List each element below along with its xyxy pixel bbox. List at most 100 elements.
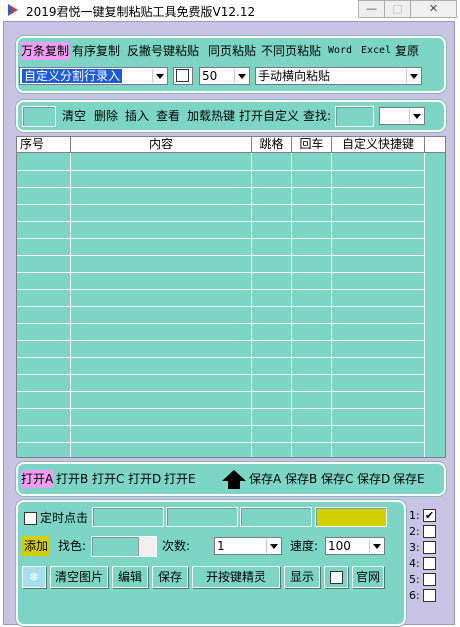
timer-click-checkbox[interactable] [24, 512, 37, 525]
chevron-down-icon[interactable] [406, 69, 420, 83]
open-c-button[interactable]: 打开C [92, 470, 124, 488]
speed-select[interactable]: 100 [325, 537, 385, 555]
minimize-button[interactable]: — [358, 0, 385, 18]
row-divider [17, 391, 425, 392]
clear-images-button[interactable]: 清空图片 [50, 566, 108, 588]
app-logo-icon [8, 4, 18, 16]
mode-ordered-copy[interactable]: 有序复制 [72, 42, 120, 60]
open-b-button[interactable]: 打开B [56, 470, 88, 488]
search-label: 查找: [303, 109, 332, 123]
mode-word[interactable]: Word [328, 42, 352, 60]
mode-cross-page-paste[interactable]: 不同页粘贴 [261, 42, 321, 60]
row-divider [17, 238, 425, 239]
save-c-button[interactable]: 保存C [321, 470, 353, 488]
open-a-button[interactable]: 打开A [21, 470, 54, 488]
find-color-label: 找色: [58, 539, 87, 553]
paste-mode-value: 手动横向粘贴 [258, 69, 331, 83]
open-custom-button[interactable]: 打开自定义 [239, 107, 299, 125]
mode-backtick-paste[interactable]: 反撇号键粘贴 [127, 42, 199, 60]
maximize-button[interactable]: □ [384, 0, 411, 18]
column-divider [331, 153, 332, 457]
slot-4-checkbox[interactable] [423, 557, 436, 570]
timer-field-2[interactable] [166, 507, 238, 527]
row-divider [17, 221, 425, 222]
slot-1-label: 1: [409, 509, 420, 522]
slot-1-checkbox[interactable]: ✔ [423, 509, 436, 522]
timer-field-3[interactable] [240, 507, 312, 527]
chevron-down-icon[interactable] [234, 69, 248, 83]
snowflake-icon[interactable]: ❄ [22, 566, 46, 588]
main-window: 万条复制 有序复制 反撇号键粘贴 同页粘贴 不同页粘贴 Word Excel 复… [3, 21, 455, 626]
load-hotkey-button[interactable]: 加载热键 [187, 107, 235, 125]
search-scope-select[interactable] [379, 107, 425, 125]
option-checkbox-frame[interactable] [173, 67, 193, 85]
chevron-down-icon[interactable] [152, 69, 166, 83]
column-divider [251, 153, 252, 457]
row-divider [17, 255, 425, 256]
show-checkbox[interactable] [330, 571, 343, 584]
mode-mass-copy[interactable]: 万条复制 [21, 42, 70, 60]
column-divider [424, 153, 425, 457]
mode-same-page-paste[interactable]: 同页粘贴 [208, 42, 256, 60]
save-d-button[interactable]: 保存D [357, 470, 390, 488]
count-value: 50 [202, 69, 218, 83]
row-divider [17, 170, 425, 171]
row-divider [17, 289, 425, 290]
slot-3-checkbox[interactable] [423, 541, 436, 554]
color-picker-button[interactable] [138, 537, 156, 556]
slot-4-label: 4: [409, 557, 420, 570]
row-divider [17, 187, 425, 188]
insert-button[interactable]: 插入 [125, 107, 149, 125]
chevron-down-icon[interactable] [266, 539, 280, 553]
find-color-field[interactable] [91, 536, 157, 557]
slot-3-label: 3: [409, 541, 420, 554]
slot-2-checkbox[interactable] [423, 525, 436, 538]
times-label: 次数: [162, 539, 191, 553]
open-d-button[interactable]: 打开D [128, 470, 161, 488]
mode-restore[interactable]: 复原 [395, 42, 419, 60]
preview-box [22, 106, 56, 127]
arrow-up-icon-stem[interactable] [228, 480, 240, 489]
column-header-enter[interactable]: 回车 [292, 137, 332, 153]
option-checkbox[interactable] [176, 69, 189, 82]
slot-5-checkbox[interactable] [423, 573, 436, 586]
save-b-button[interactable]: 保存B [285, 470, 317, 488]
open-key-sprite-button[interactable]: 开按键精灵 [192, 566, 280, 588]
add-button[interactable]: 添加 [22, 536, 51, 556]
times-select[interactable]: 1 [214, 537, 282, 555]
times-value: 1 [217, 539, 225, 553]
view-button[interactable]: 查看 [156, 107, 180, 125]
search-input[interactable] [335, 106, 374, 127]
close-button[interactable]: ✕ [410, 0, 457, 18]
clear-button[interactable]: 清空 [62, 107, 86, 125]
slot-6-checkbox[interactable] [423, 589, 436, 602]
color-swatch[interactable] [315, 507, 387, 527]
open-e-button[interactable]: 打开E [164, 470, 196, 488]
row-divider [17, 442, 425, 443]
chevron-down-icon[interactable] [369, 539, 383, 553]
row-divider [17, 272, 425, 273]
save-e-button[interactable]: 保存E [393, 470, 425, 488]
website-button[interactable]: 官网 [352, 566, 384, 588]
column-header-tab[interactable]: 跳格 [252, 137, 292, 153]
column-header-index[interactable]: 序号 [17, 137, 71, 153]
paste-mode-select[interactable]: 手动横向粘贴 [255, 67, 422, 85]
timer-field-1[interactable] [92, 507, 164, 527]
count-select[interactable]: 50 [199, 67, 250, 85]
content-table[interactable]: 序号 内容 跳格 回车 自定义快捷键 [16, 136, 446, 458]
column-header-content[interactable]: 内容 [71, 137, 252, 153]
mode-panel: 万条复制 有序复制 反撇号键粘贴 同页粘贴 不同页粘贴 Word Excel 复… [16, 36, 446, 93]
show-checkbox-frame[interactable] [324, 566, 348, 588]
save-button[interactable]: 保存 [152, 566, 188, 588]
column-divider [291, 153, 292, 457]
split-mode-select[interactable]: 自定义分割行录入 [19, 67, 168, 85]
save-a-button[interactable]: 保存A [249, 470, 281, 488]
chevron-down-icon[interactable] [409, 109, 423, 123]
edit-button[interactable]: 编辑 [112, 566, 148, 588]
row-divider [17, 357, 425, 358]
table-header: 序号 内容 跳格 回车 自定义快捷键 [17, 137, 445, 153]
delete-button[interactable]: 删除 [94, 107, 118, 125]
show-button[interactable]: 显示 [284, 566, 320, 588]
column-header-hotkey[interactable]: 自定义快捷键 [332, 137, 425, 153]
mode-excel[interactable]: Excel [361, 42, 391, 60]
